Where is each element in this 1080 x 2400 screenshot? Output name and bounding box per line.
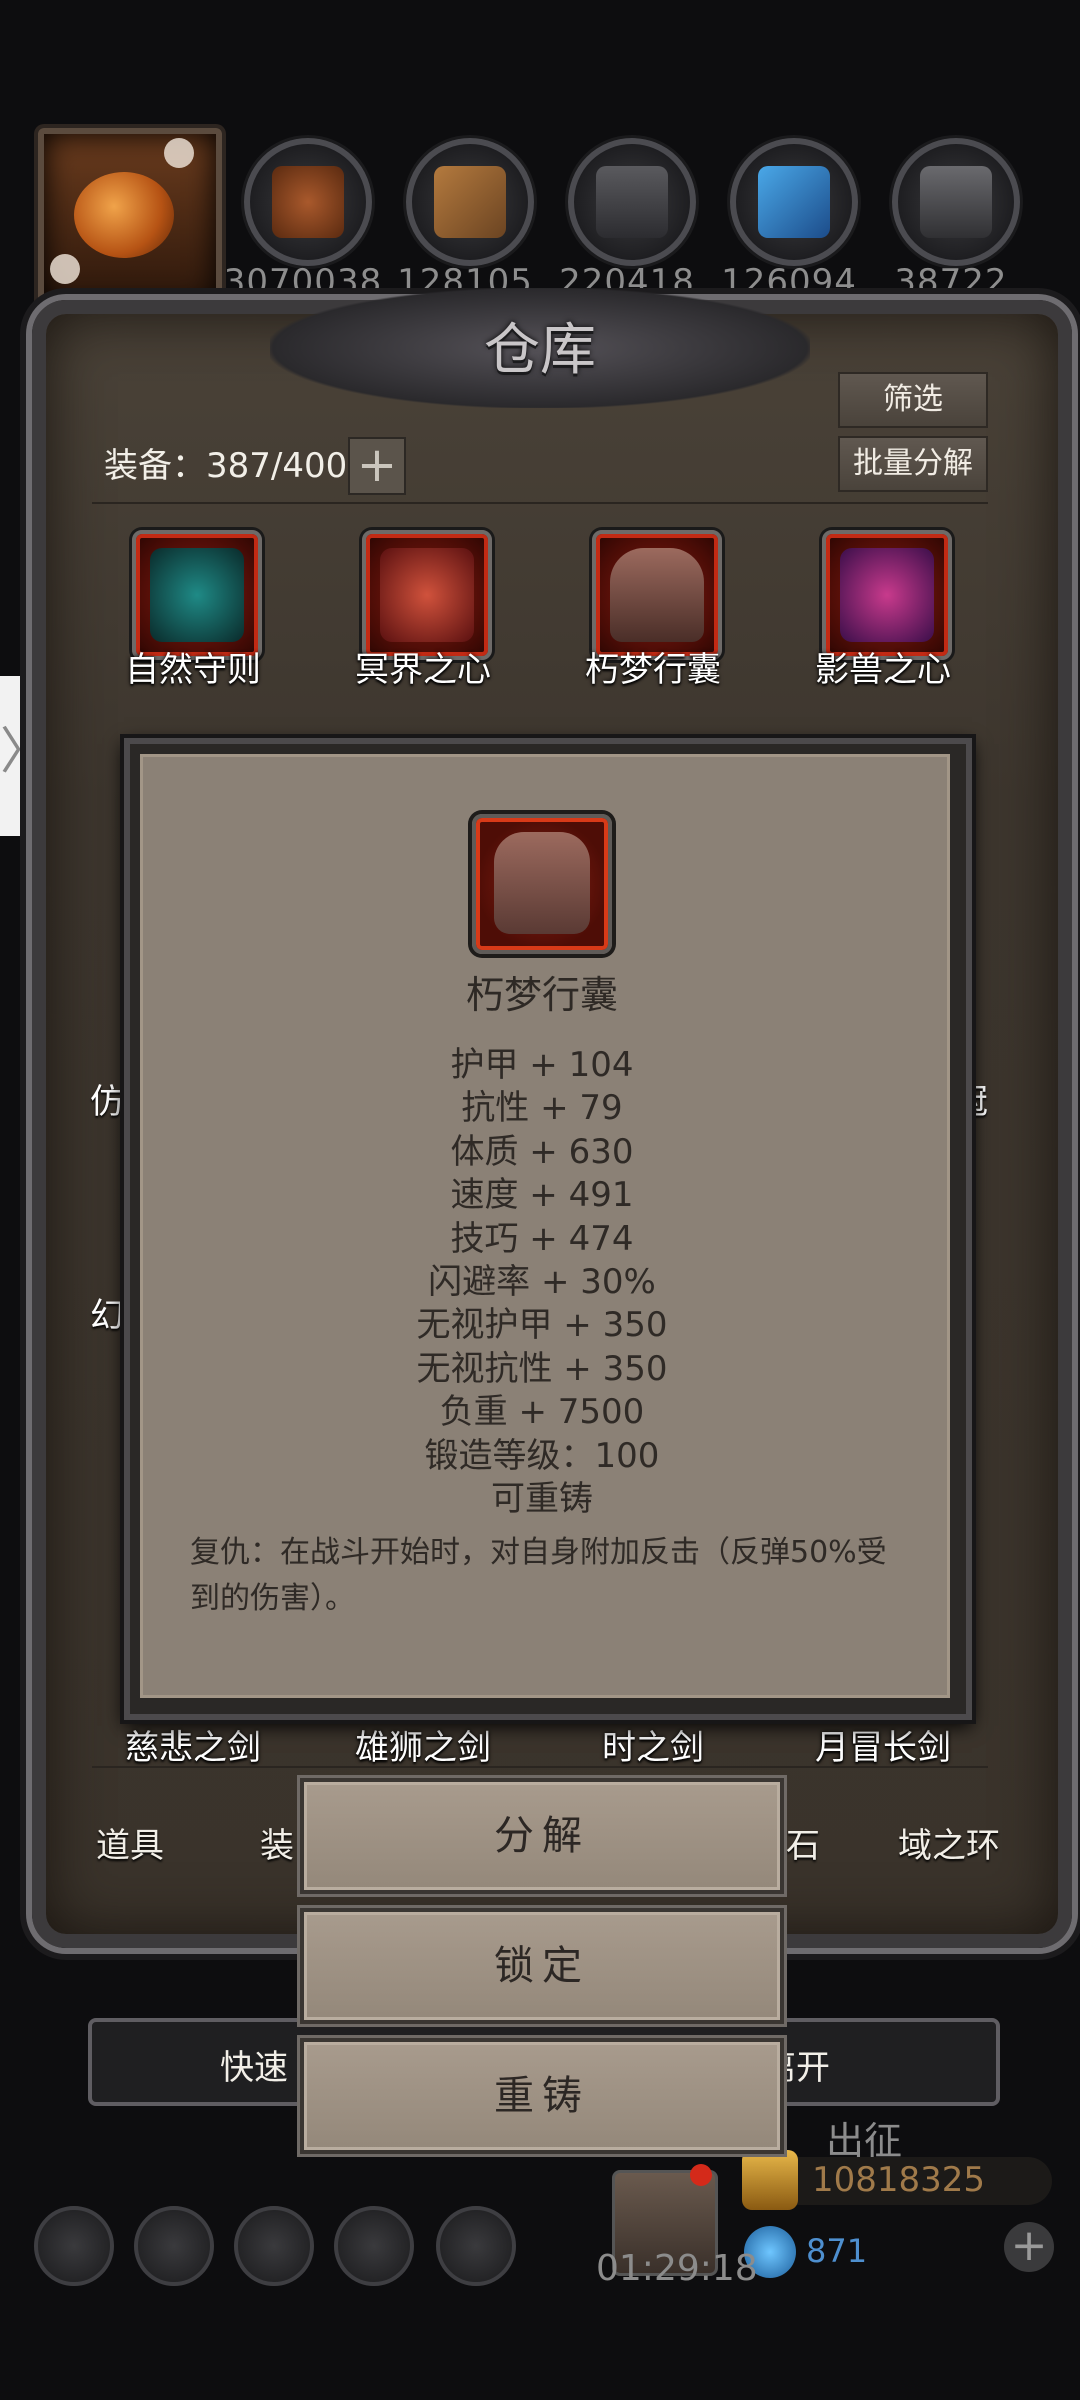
equipment-count: 装备：387/400 [104, 446, 348, 486]
filter-button[interactable]: 筛选 [838, 372, 988, 428]
tab-stones[interactable]: 石 [786, 1818, 820, 1867]
resource-slot-crystal[interactable] [730, 138, 858, 266]
item-name: 雄狮之剑 [355, 1728, 491, 1768]
stat-line: 可重铸 [491, 1478, 593, 1519]
item-name: 时之剑 [602, 1728, 704, 1768]
tooltip-description: 复仇：在战斗开始时，对自身附加反击（反弹50%受到的伤害）。 [190, 1535, 887, 1616]
flower-decoration [50, 254, 80, 284]
divider [92, 1766, 988, 1768]
item-name: 月冒长剑 [815, 1728, 951, 1768]
item-name: 朽梦行囊 [585, 650, 721, 690]
ring-icon [150, 548, 244, 642]
stone-icon [596, 166, 668, 238]
quick-button[interactable]: 快速 [220, 2040, 288, 2089]
gem-value: 871 [806, 2232, 868, 2270]
decompose-button[interactable]: 分解 [300, 1778, 784, 1894]
item-name: 自然守则 [125, 650, 261, 690]
item-name: 慈悲之剑 [125, 1728, 261, 1768]
wood-icon [434, 166, 506, 238]
resource-slot-meat[interactable] [244, 138, 372, 266]
iron-icon [920, 166, 992, 238]
mail-icon[interactable] [334, 2206, 414, 2286]
pumpkin-icon [74, 172, 174, 258]
tab-domain-ring[interactable]: 域之环 [898, 1818, 1000, 1867]
flower-decoration [164, 138, 194, 168]
backpack-icon [494, 832, 590, 934]
item-slot[interactable] [592, 530, 722, 660]
backpack-icon [610, 548, 704, 642]
resource-slot-wood[interactable] [406, 138, 534, 266]
tooltip-stats: 护甲 + 104 抗性 + 79 体质 + 630 速度 + 491 技巧 + … [140, 1044, 944, 1521]
resource-slot-stone[interactable] [568, 138, 696, 266]
add-currency-button[interactable]: + [1004, 2222, 1054, 2272]
tooltip-item-icon [472, 814, 612, 954]
divider [92, 502, 988, 504]
notification-dot [690, 2164, 712, 2186]
tab-equipment[interactable]: 装 [260, 1818, 294, 1867]
stat-line: 技巧 + 474 [450, 1218, 634, 1259]
lock-button[interactable]: 锁定 [300, 1908, 784, 2024]
social-icon[interactable] [436, 2206, 516, 2286]
building-icon[interactable] [234, 2206, 314, 2286]
settings-gear-icon[interactable] [34, 2206, 114, 2286]
item-slot[interactable] [132, 530, 262, 660]
heart-gem-icon [380, 548, 474, 642]
player-avatar[interactable] [38, 128, 222, 312]
stat-line: 无视护甲 + 350 [416, 1305, 668, 1346]
resource-slot-iron[interactable] [892, 138, 1020, 266]
item-slot[interactable] [362, 530, 492, 660]
expand-capacity-button[interactable]: + [348, 437, 406, 495]
tab-items[interactable]: 道具 [96, 1818, 164, 1867]
tooltip-item-name: 朽梦行囊 [465, 973, 618, 1017]
resource-value: 38722 [894, 262, 1008, 302]
stat-line: 速度 + 491 [450, 1175, 634, 1216]
stat-line: 无视抗性 + 350 [416, 1348, 668, 1389]
stat-line: 负重 + 7500 [439, 1392, 645, 1433]
stat-line: 护甲 + 104 [450, 1045, 634, 1085]
item-slot[interactable] [822, 530, 952, 660]
stat-line: 锻造等级：100 [424, 1435, 660, 1476]
stat-line: 体质 + 630 [450, 1131, 634, 1172]
hidden-item-name: 仿 [90, 1082, 124, 1122]
bulk-decompose-button[interactable]: 批量分解 [838, 436, 988, 492]
stat-line: 闪避率 + 30% [428, 1261, 656, 1302]
item-name: 影兽之心 [815, 650, 951, 690]
gift-timer: 01:29:18 [596, 2248, 758, 2289]
beast-heart-icon [840, 548, 934, 642]
hidden-item-name: 幻 [90, 1296, 124, 1336]
meat-icon [272, 166, 344, 238]
item-name: 冥界之心 [355, 650, 491, 690]
panel-title: 仓库 [484, 318, 596, 383]
gold-value: 10818325 [812, 2160, 986, 2200]
gold-scroll-icon [742, 2150, 798, 2210]
stat-line: 抗性 + 79 [461, 1088, 623, 1129]
reforge-button[interactable]: 重铸 [300, 2038, 784, 2154]
achievement-star-icon[interactable] [134, 2206, 214, 2286]
crystal-icon [758, 166, 830, 238]
